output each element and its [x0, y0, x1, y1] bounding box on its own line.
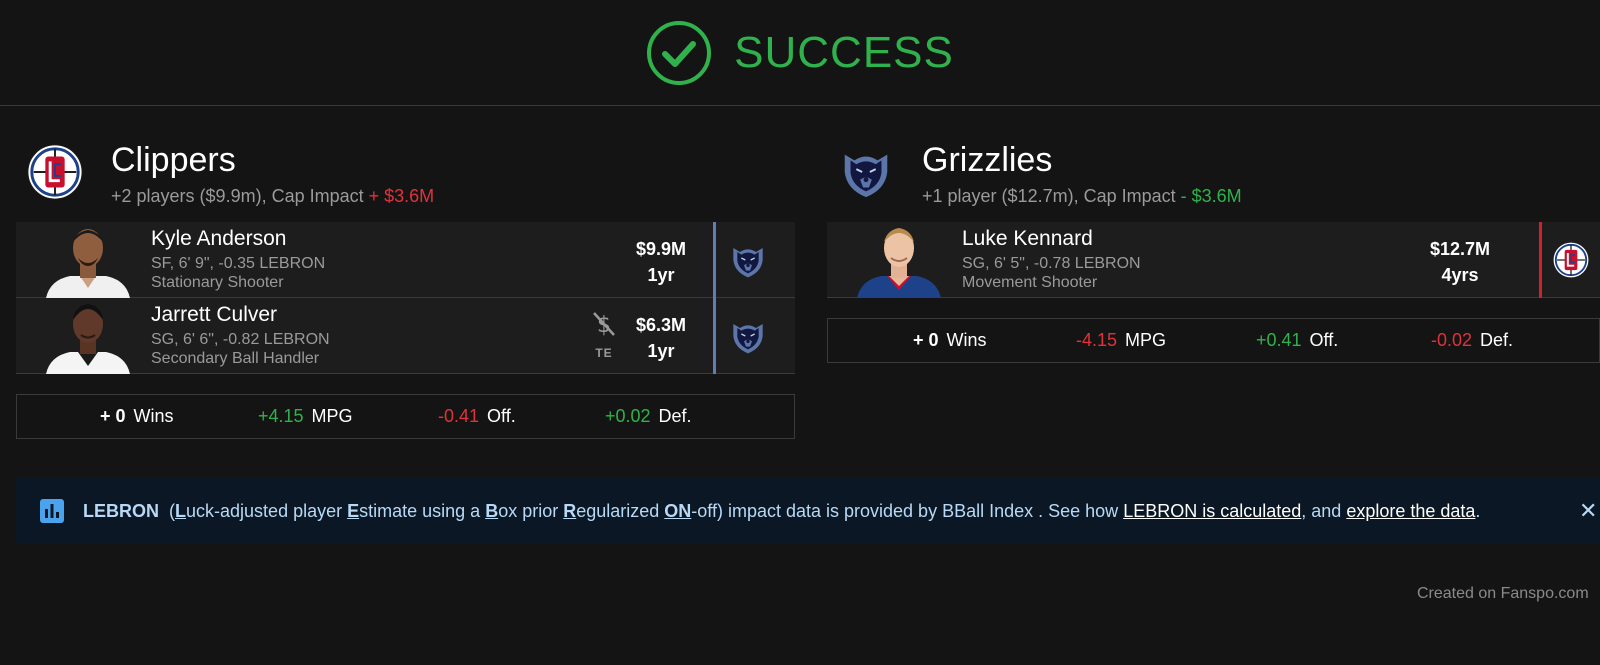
team-header: Clippers +2 players ($9.9m), Cap Impact …	[16, 136, 795, 222]
player-contract: $12.7M 4yrs	[1420, 236, 1500, 288]
player-contract: $9.9M 1yr	[621, 236, 701, 288]
wins-label: Wins	[946, 330, 987, 350]
player-headshot	[46, 229, 130, 298]
player-name: Jarrett Culver	[151, 303, 278, 326]
player-details: SG, 6' 6", -0.82 LEBRON	[151, 331, 330, 348]
banner-segment: .	[1475, 500, 1481, 521]
player-info: SG, 6' 6", -0.82 LEBRON Secondary Ball H…	[151, 330, 330, 368]
player-headshot	[857, 228, 941, 298]
banner-segment: , and	[1301, 500, 1347, 521]
player-row-kyle-anderson[interactable]: Kyle Anderson SF, 6' 9", -0.35 LEBRON St…	[16, 222, 795, 298]
player-row-luke-kennard[interactable]: Luke Kennard SG, 6' 5", -0.78 LEBRON Mov…	[827, 222, 1600, 298]
player-headshot	[46, 304, 130, 374]
clippers-logo-icon	[1552, 241, 1590, 279]
def-label: Def.	[658, 406, 692, 426]
stat-mpg: +4.15 MPG	[258, 406, 353, 427]
clippers-logo-icon	[26, 143, 84, 201]
player-years: 1yr	[647, 265, 675, 285]
def-value: -0.02	[1431, 330, 1473, 350]
banner-title: LEBRON	[83, 500, 159, 521]
stat-def: -0.02 Def.	[1431, 330, 1513, 351]
player-row-jarrett-culver[interactable]: Jarrett Culver SG, 6' 6", -0.82 LEBRON S…	[16, 298, 795, 374]
team-name: Clippers	[111, 141, 236, 179]
player-role: Stationary Shooter	[151, 274, 284, 291]
wins-value: + 0	[100, 406, 126, 426]
player-info: SF, 6' 9", -0.35 LEBRON Stationary Shoot…	[151, 254, 325, 292]
player-years: 4yrs	[1441, 265, 1479, 285]
team-summary: +2 players ($9.9m), Cap Impact + $3.6M	[111, 186, 434, 207]
team-header: Grizzlies +1 player ($12.7m), Cap Impact…	[827, 136, 1600, 222]
off-label: Off.	[487, 406, 516, 426]
player-info: SG, 6' 5", -0.78 LEBRON Movement Shooter	[962, 254, 1141, 292]
success-header: SUCCESS	[0, 0, 1600, 106]
banner-segment: stimate using a	[359, 500, 486, 521]
footer-credit: Created on Fanspo.com	[1417, 585, 1589, 602]
player-role: Movement Shooter	[962, 274, 1098, 291]
player-details: SF, 6' 9", -0.35 LEBRON	[151, 255, 326, 272]
check-circle-icon	[647, 20, 712, 85]
summary-text: +2 players ($9.9m), Cap Impact	[111, 186, 369, 206]
team-impact-stats: + 0 Wins +4.15 MPG -0.41 Off. +0.02 Def.	[16, 394, 795, 439]
player-salary: $9.9M	[635, 239, 687, 259]
wins-value: + 0	[913, 330, 939, 350]
team-card-clippers: Clippers +2 players ($9.9m), Cap Impact …	[16, 136, 795, 439]
team-card-grizzlies: Grizzlies +1 player ($12.7m), Cap Impact…	[827, 136, 1600, 363]
destination-team	[713, 298, 779, 374]
cap-impact: + $3.6M	[368, 186, 435, 206]
off-value: +0.41	[1256, 330, 1302, 350]
destination-team	[1539, 222, 1600, 298]
mpg-label: MPG	[311, 406, 353, 426]
team-name: Grizzlies	[922, 141, 1053, 179]
banner-segment: ox prior	[498, 500, 564, 521]
grizzlies-logo-icon	[837, 143, 895, 201]
grizzlies-logo-icon	[728, 240, 768, 280]
banner-segment: uck-adjusted player	[186, 500, 348, 521]
grizzlies-logo-icon	[728, 316, 768, 356]
stat-off: +0.41 Off.	[1256, 330, 1338, 351]
lebron-calculated-link[interactable]: LEBRON is calculated	[1123, 501, 1301, 521]
player-details: SG, 6' 5", -0.78 LEBRON	[962, 255, 1141, 272]
destination-team	[713, 222, 779, 298]
summary-text: +1 player ($12.7m), Cap Impact	[922, 186, 1181, 206]
stat-off: -0.41 Off.	[438, 406, 516, 427]
stat-mpg: -4.15 MPG	[1076, 330, 1166, 351]
player-name: Luke Kennard	[962, 227, 1093, 250]
explore-data-link[interactable]: explore the data	[1346, 501, 1475, 521]
team-impact-stats: + 0 Wins -4.15 MPG +0.41 Off. -0.02 Def.	[827, 318, 1600, 363]
team-summary: +1 player ($12.7m), Cap Impact - $3.6M	[922, 186, 1242, 207]
bar-chart-icon	[40, 499, 64, 523]
stat-wins: + 0 Wins	[100, 406, 174, 427]
player-role: Secondary Ball Handler	[151, 350, 320, 367]
def-value: +0.02	[605, 406, 651, 426]
success-title: SUCCESS	[734, 27, 954, 77]
banner-segment: -off) impact data is provided by BBall I…	[691, 500, 1124, 521]
mpg-label: MPG	[1125, 330, 1167, 350]
exception-label: TE	[595, 346, 613, 360]
banner-text: LEBRON (Luck-adjusted player Estimate us…	[83, 501, 1480, 522]
cap-impact: - $3.6M	[1180, 186, 1242, 206]
banner-acronym-letter: B	[485, 500, 499, 521]
mpg-value: -4.15	[1076, 330, 1118, 350]
player-salary: $6.3M	[635, 315, 687, 335]
player-salary: $12.7M	[1429, 239, 1491, 259]
player-name: Kyle Anderson	[151, 227, 287, 250]
banner-acronym-letter: ON	[664, 500, 692, 521]
stat-wins: + 0 Wins	[913, 330, 987, 351]
player-years: 1yr	[647, 341, 675, 361]
off-value: -0.41	[438, 406, 480, 426]
off-label: Off.	[1309, 330, 1339, 350]
wins-label: Wins	[133, 406, 174, 426]
banner-acronym-letter: L	[175, 500, 187, 521]
banner-acronym-letter: R	[563, 500, 577, 521]
trade-exception-indicator: $ TE	[591, 310, 617, 360]
player-contract: $6.3M 1yr	[621, 312, 701, 364]
banner-segment: egularized	[576, 500, 665, 521]
lebron-info-banner: LEBRON (Luck-adjusted player Estimate us…	[16, 478, 1600, 544]
close-icon[interactable]: ✕	[1579, 498, 1597, 524]
banner-acronym-letter: E	[347, 500, 360, 521]
def-label: Def.	[1480, 330, 1514, 350]
stat-def: +0.02 Def.	[605, 406, 692, 427]
mpg-value: +4.15	[258, 406, 304, 426]
no-money-icon: $	[593, 312, 615, 338]
